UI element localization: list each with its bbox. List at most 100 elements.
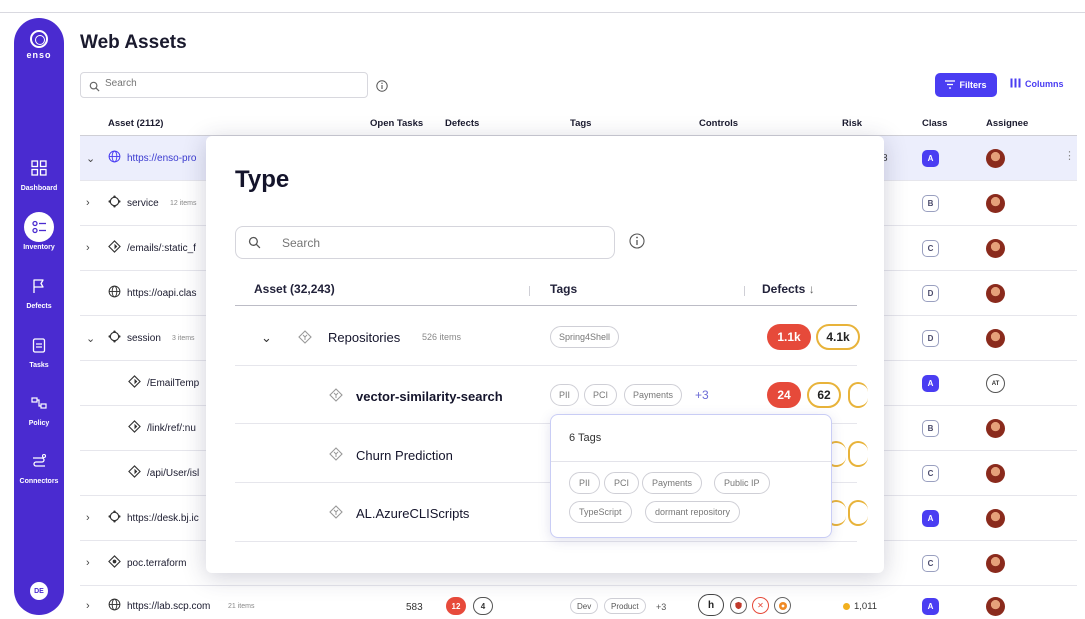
asset-name[interactable]: https://lab.scp.com [127,601,210,612]
chevron-right-icon[interactable]: › [86,512,90,524]
asset-name[interactable]: /api/User/isl [147,468,199,479]
asset-name[interactable]: /emails/:static_f [127,243,196,254]
asset-name[interactable]: https://enso-pro [127,153,196,164]
tag-chip[interactable]: PCI [604,472,640,494]
sidebar-item-label: Connectors [19,478,59,485]
asset-name[interactable]: https://oapi.clas [127,288,196,299]
service-icon [108,195,121,213]
tag-chip[interactable]: Spring4Shell [550,326,620,348]
tag-chip[interactable]: Payments [642,472,703,494]
tag-chip[interactable]: TypeScript [569,501,632,523]
warning-icon[interactable] [774,597,791,614]
avatar[interactable] [986,509,1005,528]
table-row[interactable]: › https://lab.scp.com 21 items 583 12 4 … [80,584,1077,619]
defects-high-badge[interactable]: 62 [807,382,841,408]
columns-button[interactable]: Columns [1010,78,1064,90]
shield-icon[interactable] [730,597,747,614]
tag-chip[interactable]: Product [604,598,646,614]
tag-chip[interactable]: PII [569,472,601,494]
chevron-down-icon[interactable]: ⌄ [86,152,95,165]
chevron-right-icon[interactable]: › [86,557,90,569]
asset-name[interactable]: AL.AzureCLIScripts [356,506,469,521]
class-badge: D [922,285,939,302]
column-header-open-tasks[interactable]: Open Tasks [370,118,423,129]
column-header-tags[interactable]: Tags [570,118,591,129]
avatar[interactable] [986,239,1005,258]
asset-name[interactable]: session [127,333,161,344]
repository-icon [298,330,312,349]
more-tags[interactable]: +3 [656,602,666,612]
defects-other-badge[interactable]: 4 [473,597,493,615]
session-icon [108,330,121,348]
tag-chip[interactable]: PII [550,384,580,406]
close-icon[interactable]: ✕ [752,597,769,614]
column-header-controls[interactable]: Controls [699,118,738,129]
defects-critical-badge[interactable]: 1.1k [767,324,811,350]
column-header-asset[interactable]: Asset (2112) [108,118,163,129]
column-header-assignee[interactable]: Assignee [986,118,1028,129]
info-icon[interactable] [629,233,645,254]
popover-search-field[interactable] [235,226,615,259]
search-field[interactable] [80,72,368,98]
defects-critical-badge[interactable]: 12 [446,597,466,615]
top-divider [0,12,1085,13]
sidebar-item-connectors[interactable]: Connectors [14,446,64,485]
defects-critical-badge[interactable]: 24 [767,382,801,408]
avatar[interactable]: AT [986,374,1005,393]
asset-name[interactable]: service [127,198,159,209]
terraform-icon [108,555,121,573]
asset-name[interactable]: /EmailTemp [147,378,199,389]
logo[interactable]: enso [14,30,64,60]
more-options-icon[interactable]: ⋮ [1064,149,1075,162]
avatar[interactable] [986,149,1005,168]
asset-name[interactable]: Repositories [328,330,400,345]
sidebar-item-label: Dashboard [20,185,58,192]
column-header-class[interactable]: Class [922,118,947,129]
chevron-down-icon[interactable]: ⌄ [261,330,272,346]
sidebar-item-policy[interactable]: Policy [14,388,64,427]
more-tags[interactable]: +3 [695,388,709,402]
column-header-tags[interactable]: Tags [550,282,577,296]
tag-chip[interactable]: PCI [584,384,618,406]
column-header-defects[interactable]: Defects [445,118,479,129]
control-badge[interactable]: h [698,594,724,616]
avatar[interactable] [986,329,1005,348]
repository-icon [329,447,343,466]
avatar[interactable] [986,464,1005,483]
column-header-asset[interactable]: Asset (32,243) [254,282,335,296]
column-header-defects[interactable]: Defects ↓ [762,282,815,296]
chevron-down-icon[interactable]: ⌄ [86,332,95,345]
sidebar-item-dashboard[interactable]: Dashboard [14,153,64,192]
chevron-right-icon[interactable]: › [86,242,90,254]
chevron-right-icon[interactable]: › [86,197,90,209]
avatar[interactable] [986,597,1005,616]
avatar[interactable] [986,194,1005,213]
asset-name[interactable]: vector-similarity-search [356,389,503,404]
filters-button[interactable]: Filters [935,73,997,97]
column-header-risk[interactable]: Risk [842,118,862,129]
sidebar-item-defects[interactable]: Defects [14,271,64,310]
columns-icon [1010,78,1021,90]
asset-name[interactable]: poc.terraform [127,558,186,569]
dashboard-icon [24,153,54,183]
avatar[interactable] [986,284,1005,303]
defects-high-badge[interactable]: 4.1k [816,324,860,350]
user-avatar[interactable]: DE [30,582,48,600]
tag-chip[interactable]: Public IP [714,472,770,494]
avatar[interactable] [986,419,1005,438]
type-popover: Type Asset (32,243) Tags Defects ↓ ⌄ Rep… [206,136,884,573]
search-input[interactable] [105,78,355,89]
sidebar-item-inventory[interactable]: Inventory [14,212,64,251]
asset-name[interactable]: https://desk.bj.ic [127,513,199,524]
asset-name[interactable]: Churn Prediction [356,448,453,463]
popover-search-input[interactable] [282,236,582,250]
tag-chip[interactable]: Dev [570,598,599,614]
chevron-right-icon[interactable]: › [86,600,90,612]
info-icon[interactable] [376,79,388,97]
asset-name[interactable]: /link/ref/:nu [147,423,196,434]
tag-chip[interactable]: Payments [624,384,683,406]
tag-chip[interactable]: dormant repository [645,501,741,523]
popover-header-divider [235,305,857,306]
sidebar-item-tasks[interactable]: Tasks [14,330,64,369]
avatar[interactable] [986,554,1005,573]
